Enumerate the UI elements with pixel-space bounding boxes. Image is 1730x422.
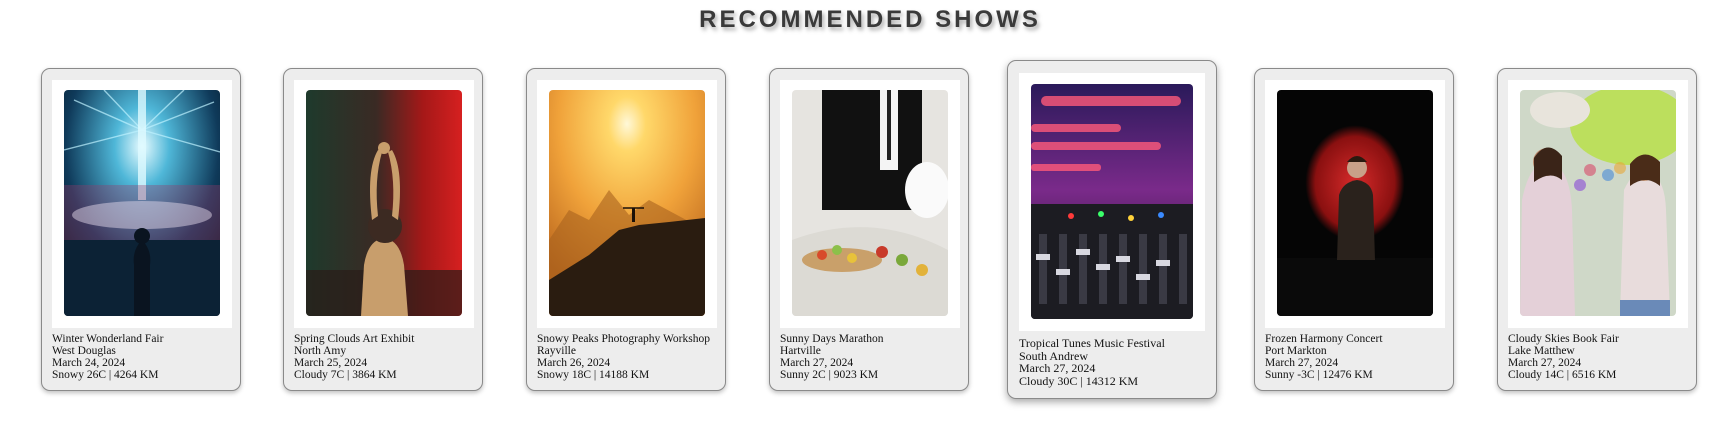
show-date: March 25, 2024 (294, 357, 368, 369)
poster-frame (780, 80, 960, 328)
show-date: March 27, 2024 (1265, 357, 1339, 369)
poster-frame (52, 80, 232, 328)
poster-frame (1508, 80, 1688, 328)
show-info: Snowy Peaks Photography Workshop Rayvill… (537, 333, 710, 381)
show-weather-distance: Sunny -3C | 12476 KM (1265, 369, 1373, 381)
show-poster-image (64, 90, 220, 316)
show-poster-image (1277, 90, 1433, 316)
show-poster-image (1520, 90, 1676, 316)
poster-frame (294, 80, 474, 328)
show-name: Spring Clouds Art Exhibit (294, 333, 415, 345)
show-poster-image (306, 90, 462, 316)
show-date: March 27, 2024 (780, 357, 854, 369)
show-info: Frozen Harmony Concert Port Markton Marc… (1265, 333, 1383, 381)
show-location: Hartville (780, 345, 821, 357)
show-poster-image (792, 90, 948, 316)
page-title: RECOMMENDED SHOWS (699, 6, 1041, 33)
show-poster-image (1031, 84, 1193, 319)
show-card-frozen-harmony-concert[interactable]: Frozen Harmony Concert Port Markton Marc… (1254, 68, 1454, 391)
show-name: Frozen Harmony Concert (1265, 333, 1383, 345)
show-info: Winter Wonderland Fair West Douglas Marc… (52, 333, 163, 381)
show-name: Snowy Peaks Photography Workshop (537, 333, 710, 345)
show-date: March 27, 2024 (1019, 361, 1096, 375)
show-name: Tropical Tunes Music Festival (1019, 336, 1165, 350)
show-card-winter-wonderland-fair[interactable]: Winter Wonderland Fair West Douglas Marc… (41, 68, 241, 391)
show-location: Rayville (537, 345, 576, 357)
show-name: Sunny Days Marathon (780, 333, 884, 345)
show-info: Spring Clouds Art Exhibit North Amy Marc… (294, 333, 414, 381)
show-location: Lake Matthew (1508, 345, 1575, 357)
show-card-tropical-tunes-music-festival[interactable]: Tropical Tunes Music Festival South Andr… (1007, 60, 1217, 399)
show-card-spring-clouds-art-exhibit[interactable]: Spring Clouds Art Exhibit North Amy Marc… (283, 68, 483, 391)
show-weather-distance: Snowy 26C | 4264 KM (52, 369, 159, 381)
show-name: Winter Wonderland Fair (52, 333, 164, 345)
poster-frame (537, 80, 717, 328)
show-poster-image (549, 90, 705, 316)
show-date: March 26, 2024 (537, 357, 611, 369)
show-weather-distance: Cloudy 7C | 3864 KM (294, 369, 397, 381)
show-weather-distance: Cloudy 14C | 6516 KM (1508, 369, 1617, 381)
show-card-snowy-peaks-photography-workshop[interactable]: Snowy Peaks Photography Workshop Rayvill… (526, 68, 726, 391)
show-card-sunny-days-marathon[interactable]: Sunny Days Marathon Hartville March 27, … (769, 68, 969, 391)
show-info: Cloudy Skies Book Fair Lake Matthew Marc… (1508, 333, 1619, 381)
show-date: March 24, 2024 (52, 357, 126, 369)
show-location: Port Markton (1265, 345, 1327, 357)
poster-frame (1019, 73, 1205, 331)
poster-frame (1265, 80, 1445, 328)
show-weather-distance: Snowy 18C | 14188 KM (537, 369, 650, 381)
show-card-cloudy-skies-book-fair[interactable]: Cloudy Skies Book Fair Lake Matthew Marc… (1497, 68, 1697, 391)
show-weather-distance: Cloudy 30C | 14312 KM (1019, 373, 1139, 388)
show-info: Tropical Tunes Music Festival South Andr… (1019, 337, 1165, 387)
show-weather-distance: Sunny 2C | 9023 KM (780, 369, 879, 381)
show-location: West Douglas (52, 345, 116, 357)
show-name: Cloudy Skies Book Fair (1508, 333, 1619, 345)
show-date: March 27, 2024 (1508, 357, 1582, 369)
show-location: North Amy (294, 345, 347, 357)
show-info: Sunny Days Marathon Hartville March 27, … (780, 333, 884, 381)
